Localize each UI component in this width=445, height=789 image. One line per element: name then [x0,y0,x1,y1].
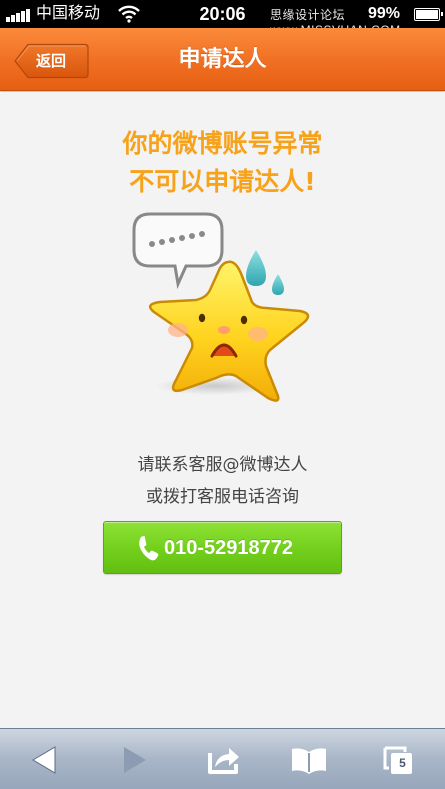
battery-percentage: 99% [368,5,401,22]
tabs-button[interactable]: 5 [368,729,428,789]
call-hotline-button[interactable]: 010-52918772 [103,521,342,574]
browser-toolbar: 5 [0,728,445,789]
open-tabs-count: 5 [399,756,406,770]
contact-info-line1: 请联系客服@微博达人 [137,455,308,475]
share-button[interactable] [193,729,253,789]
forward-icon [124,747,146,773]
back-button[interactable]: 返回 [14,43,89,79]
hotline-number: 010-52918772 [164,537,294,559]
sad-star-mascot-icon [132,212,310,402]
browser-back-button[interactable] [15,729,75,789]
error-headline-line1: 你的微博账号异常 [122,129,323,158]
phone-icon [139,536,159,561]
browser-forward-button[interactable] [104,729,164,789]
battery-icon [414,8,443,21]
back-icon [32,746,56,774]
status-bar: 中国移动 20:06 思缘设计论坛 www.MISSVUAN.COM 99% [0,0,445,37]
bookmarks-button[interactable] [279,729,339,789]
nav-bar: 返回 申请达人 [0,28,445,91]
error-headline-line2: 不可以申请达人! [129,167,316,196]
contact-info-line2: 或拨打客服电话咨询 [146,487,299,507]
main-content: 你的微博账号异常 不可以申请达人! 请联系客服@微博达人 或拨打客服电话咨询 0… [0,92,445,728]
share-icon [208,748,239,774]
back-button-label: 返回 [36,52,67,70]
bookmarks-icon [292,748,326,774]
